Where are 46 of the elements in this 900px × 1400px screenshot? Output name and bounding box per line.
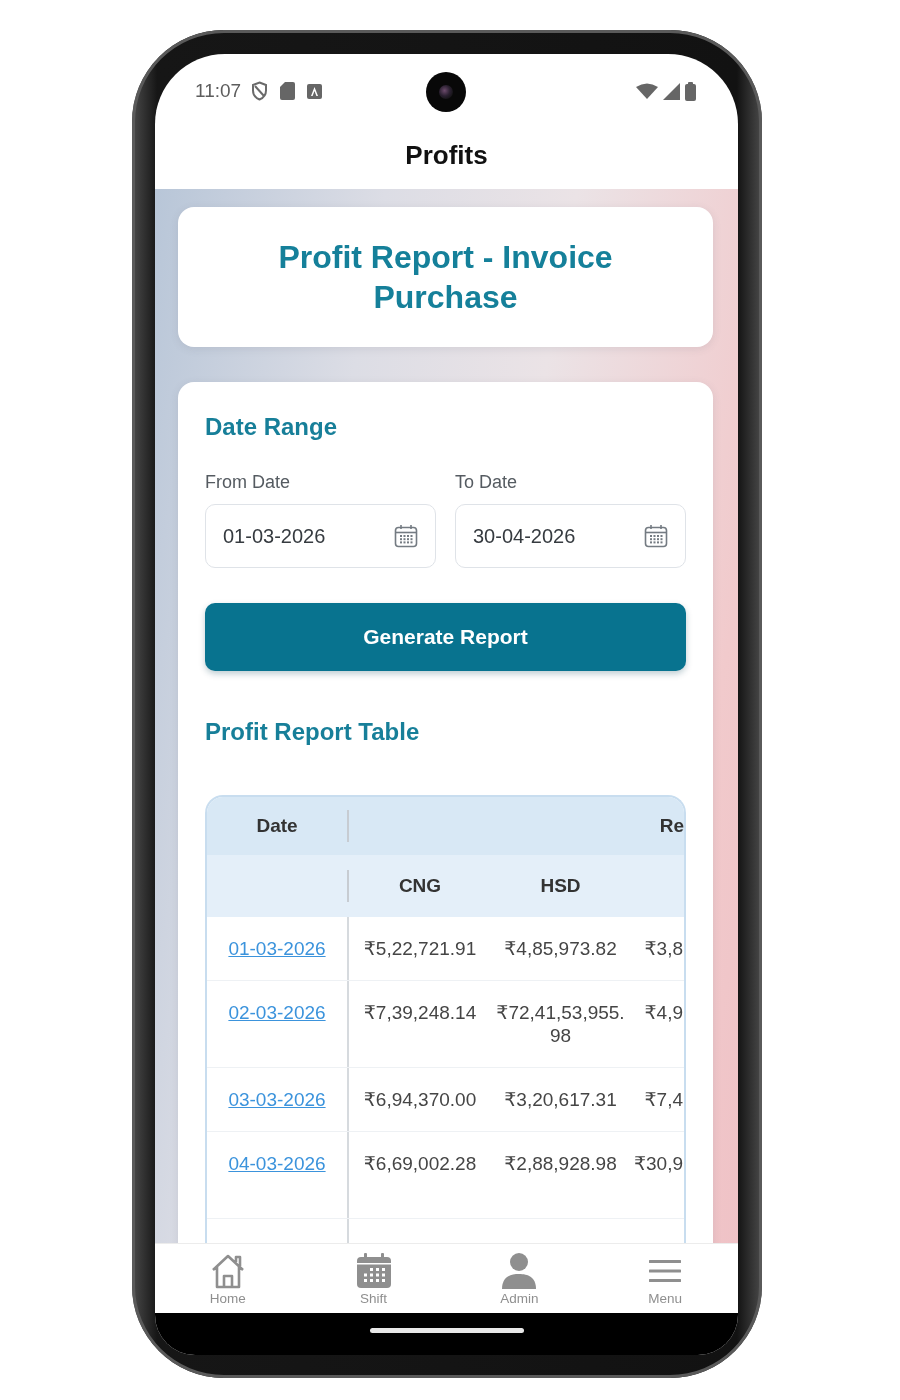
shield-icon: [251, 81, 269, 101]
signal-icon: [663, 82, 680, 100]
table-cell-text: ₹2,88,928.98: [503, 1152, 618, 1176]
nav-item[interactable]: Menu: [592, 1244, 738, 1313]
section-heading: Date Range: [205, 412, 339, 442]
calendar-icon[interactable]: [394, 524, 418, 548]
field-label: To Date: [455, 472, 519, 493]
column-header: CNG: [397, 875, 443, 897]
nav-item[interactable]: Home: [155, 1244, 301, 1313]
notification-icon: [307, 83, 323, 99]
column-header: Date: [207, 810, 349, 842]
status-time: 11:07: [195, 80, 242, 102]
date-link[interactable]: 04-03-2026: [228, 1153, 326, 1174]
table-cell: ₹3,8: [644, 937, 683, 960]
report-title: Profit Report - Invoice Purchase: [277, 238, 614, 317]
table-cell: ₹4,9: [644, 1001, 683, 1024]
sd-card-icon: [280, 82, 296, 100]
menu-icon: [649, 1258, 682, 1283]
battery-icon: [685, 81, 696, 101]
column-header: HSD: [539, 875, 582, 897]
generate-report-button[interactable]: Generate Report: [205, 603, 686, 671]
table-cell-text: ₹72,41,53,955.98: [495, 1001, 626, 1048]
person-icon: [502, 1252, 537, 1289]
camera-icon: [426, 72, 466, 112]
table-cell-text: ₹6,69,002.28: [362, 1152, 478, 1176]
date-link[interactable]: 02-03-2026: [228, 1002, 326, 1023]
table-cell-text: ₹7,39,248.14: [362, 1001, 478, 1025]
table-cell: ₹30,9: [633, 1152, 683, 1175]
table-cell: ₹7,4: [644, 1088, 683, 1111]
nav-item[interactable]: Admin: [446, 1244, 593, 1313]
table-cell-text: ₹6,94,370.00: [362, 1088, 478, 1112]
date-link[interactable]: 01-03-2026: [228, 938, 326, 959]
section-heading: Profit Report Table: [205, 717, 421, 747]
date-field[interactable]: 01-03-2026: [205, 504, 436, 568]
nav-item[interactable]: Shift: [300, 1244, 447, 1313]
calendar-icon: [355, 1252, 392, 1289]
date-link[interactable]: 03-03-2026: [228, 1089, 326, 1110]
table-cell-text: ₹5,22,721.91: [362, 937, 478, 961]
date-field[interactable]: 30-04-2026: [455, 504, 686, 568]
page-title: Profits: [405, 140, 488, 171]
wifi-icon: [636, 83, 658, 99]
calendar-icon[interactable]: [644, 524, 668, 548]
table-cell-text: ₹3,20,617.31: [503, 1088, 618, 1112]
table-cell-text: ₹4,85,973.82: [503, 937, 618, 961]
column-header: Re: [659, 815, 684, 837]
field-label: From Date: [205, 472, 292, 493]
